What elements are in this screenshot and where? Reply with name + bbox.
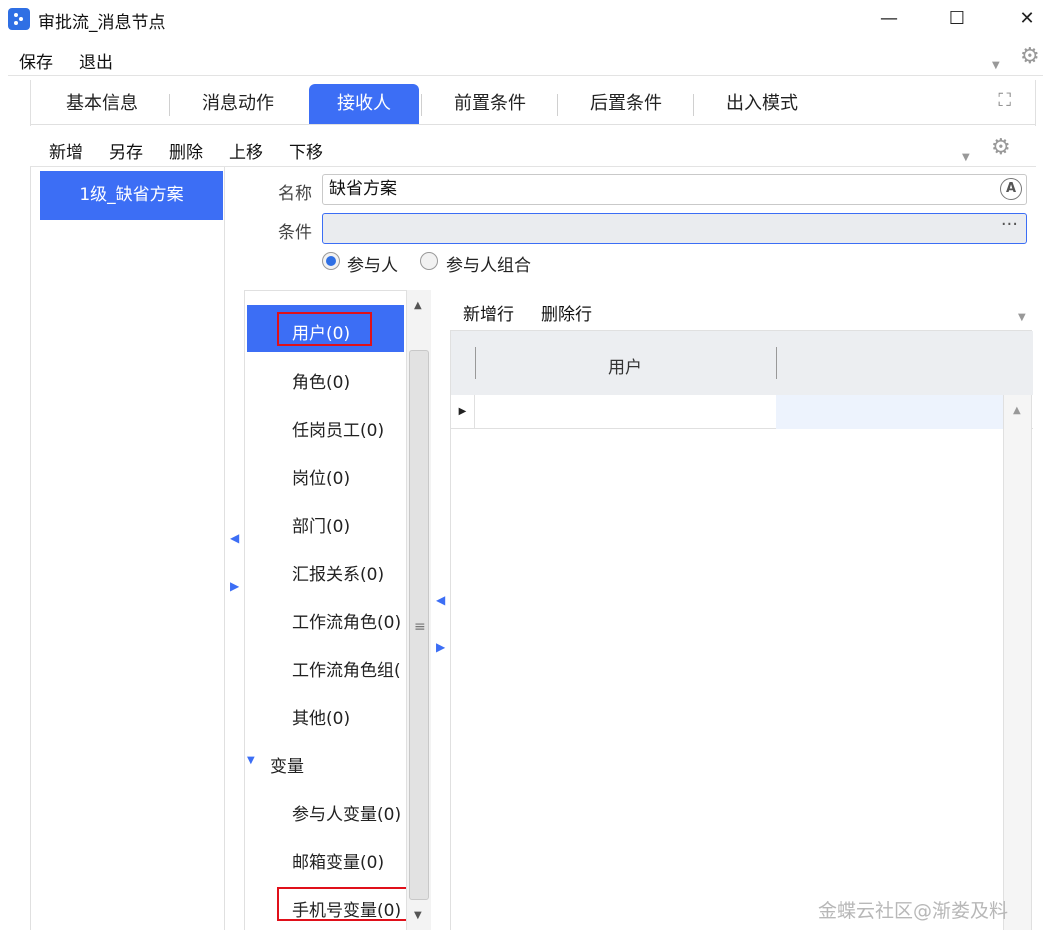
tree-item-position-employee[interactable]: 任岗员工(0) bbox=[292, 416, 384, 441]
tree-scrollbar[interactable]: ▲ ≡ ▼ bbox=[406, 290, 431, 930]
save-as-button[interactable]: 另存 bbox=[109, 138, 143, 163]
tree-item-workflow-role-group[interactable]: 工作流角色组( bbox=[292, 656, 406, 681]
tab-in-out-mode[interactable]: 出入模式 bbox=[703, 84, 821, 124]
tree-item-other[interactable]: 其他(0) bbox=[292, 704, 350, 729]
tab-message-action[interactable]: 消息动作 bbox=[179, 84, 297, 124]
tree-group-variable[interactable]: 变量 bbox=[270, 752, 304, 777]
tab-precondition[interactable]: 前置条件 bbox=[431, 84, 549, 124]
scheme-item[interactable]: 1级_缺省方案 bbox=[40, 171, 223, 220]
column-divider bbox=[475, 347, 476, 379]
tree-item-report-relation[interactable]: 汇报关系(0) bbox=[292, 560, 384, 585]
app-logo-icon bbox=[8, 8, 30, 30]
grid-scrollbar[interactable]: ▲ bbox=[1003, 395, 1031, 930]
name-value: 缺省方案 bbox=[329, 179, 397, 199]
tree-item-email-variable[interactable]: 邮箱变量(0) bbox=[292, 848, 384, 873]
tree-item-participant-variable[interactable]: 参与人变量(0) bbox=[292, 800, 401, 825]
collapse-left-icon[interactable]: ◀ bbox=[436, 593, 445, 607]
window-title: 审批流_消息节点 bbox=[38, 13, 166, 33]
minimize-button[interactable]: — bbox=[866, 2, 912, 34]
grip-icon: ≡ bbox=[414, 619, 426, 635]
name-field[interactable]: 缺省方案 A bbox=[322, 174, 1027, 205]
grid-header: 用户 bbox=[451, 331, 1033, 395]
close-button[interactable]: ✕ bbox=[1004, 2, 1050, 34]
multilang-icon[interactable]: A bbox=[1000, 178, 1022, 200]
collapse-left-icon[interactable]: ◀ bbox=[230, 531, 239, 545]
scheme-list: 1级_缺省方案 bbox=[30, 167, 225, 930]
menu-bar: 保存 退出 ▼ ⚙ bbox=[0, 40, 1051, 76]
title-bar: 审批流_消息节点 — ☐ ✕ bbox=[0, 0, 1051, 38]
condition-ellipsis-button[interactable]: ··· bbox=[1001, 210, 1018, 239]
condition-label: 条件 bbox=[278, 223, 312, 243]
row-empty-area bbox=[776, 395, 1006, 429]
delete-button[interactable]: 删除 bbox=[169, 138, 203, 163]
gear-icon[interactable]: ⚙ bbox=[1020, 44, 1040, 69]
collapse-arrow-icon[interactable]: ▼ bbox=[962, 152, 970, 163]
divider bbox=[30, 124, 1036, 125]
column-divider bbox=[776, 347, 777, 379]
collapse-arrow-icon[interactable]: ▼ bbox=[1018, 312, 1026, 323]
column-header-user[interactable]: 用户 bbox=[608, 353, 642, 378]
maximize-button[interactable]: ☐ bbox=[934, 2, 980, 34]
tab-separator bbox=[421, 94, 422, 116]
expand-right-icon[interactable]: ▶ bbox=[230, 579, 239, 593]
expand-down-icon[interactable]: ▼ bbox=[247, 755, 255, 766]
tree-item-position[interactable]: 岗位(0) bbox=[292, 464, 350, 489]
tab-postcondition[interactable]: 后置条件 bbox=[567, 84, 685, 124]
participant-radio[interactable] bbox=[322, 252, 340, 270]
tree-item-department[interactable]: 部门(0) bbox=[292, 512, 350, 537]
add-button[interactable]: 新增 bbox=[49, 138, 83, 163]
add-row-button[interactable]: 新增行 bbox=[463, 300, 514, 325]
move-up-button[interactable]: 上移 bbox=[229, 138, 263, 163]
user-grid: 用户 ▶ ▲ bbox=[450, 330, 1033, 930]
tree-item-workflow-role[interactable]: 工作流角色(0) bbox=[292, 608, 401, 633]
tab-basic-info[interactable]: 基本信息 bbox=[43, 84, 161, 124]
scroll-up-icon[interactable]: ▲ bbox=[414, 300, 422, 311]
condition-field[interactable]: ··· bbox=[322, 213, 1027, 244]
highlight-box bbox=[277, 312, 372, 346]
participant-radio-label[interactable]: 参与人 bbox=[347, 251, 398, 276]
move-down-button[interactable]: 下移 bbox=[289, 138, 323, 163]
delete-row-button[interactable]: 删除行 bbox=[541, 300, 592, 325]
watermark: 金蝶云社区@渐娄及料 bbox=[818, 900, 1009, 922]
tree-item-role[interactable]: 角色(0) bbox=[292, 368, 350, 393]
table-row[interactable]: ▶ bbox=[451, 395, 1033, 429]
participant-group-radio[interactable] bbox=[420, 252, 438, 270]
exit-menu-item[interactable]: 退出 bbox=[79, 48, 113, 73]
tab-receiver[interactable]: 接收人 bbox=[309, 84, 419, 124]
gear-icon[interactable]: ⚙ bbox=[991, 135, 1011, 160]
row-pointer-icon: ▶ bbox=[451, 395, 475, 429]
scroll-down-icon[interactable]: ▼ bbox=[414, 910, 422, 921]
name-label: 名称 bbox=[278, 184, 312, 204]
fullscreen-icon[interactable]: ⛶ bbox=[998, 90, 1011, 111]
scrollbar-thumb[interactable]: ≡ bbox=[409, 350, 429, 900]
save-menu-item[interactable]: 保存 bbox=[19, 48, 53, 73]
tab-separator bbox=[693, 94, 694, 116]
tab-separator bbox=[169, 94, 170, 116]
highlight-box bbox=[277, 887, 411, 921]
participant-group-radio-label[interactable]: 参与人组合 bbox=[446, 251, 531, 276]
scroll-up-icon[interactable]: ▲ bbox=[1013, 405, 1021, 416]
collapse-arrow-icon[interactable]: ▼ bbox=[992, 60, 1000, 71]
divider bbox=[8, 75, 1043, 76]
expand-right-icon[interactable]: ▶ bbox=[436, 640, 445, 654]
tab-bar: 基本信息 消息动作 接收人 前置条件 后置条件 出入模式 ⛶ bbox=[30, 80, 1036, 126]
tab-separator bbox=[557, 94, 558, 116]
